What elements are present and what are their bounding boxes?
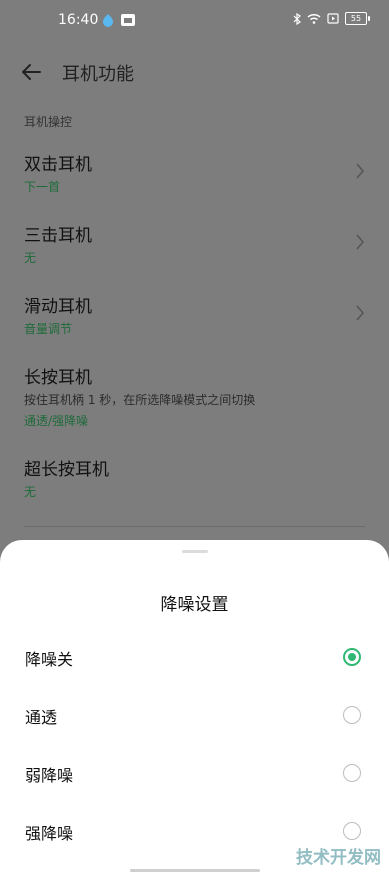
noise-control-sheet: 降噪设置 降噪关 通透 弱降噪 强降噪 技术开发网 <box>0 540 389 876</box>
sheet-drag-handle[interactable] <box>182 550 208 553</box>
settings-row-extra-long-press[interactable]: 超长按耳机 无 <box>0 455 389 505</box>
status-time: 16:40 <box>58 12 99 28</box>
settings-row-long-press[interactable]: 长按耳机 按住耳机柄 1 秒，在所选降噪模式之间切换 通透/强降噪 <box>0 363 389 433</box>
settings-row-triple-tap[interactable]: 三击耳机 无 <box>0 221 389 271</box>
wifi-icon <box>307 13 321 24</box>
row-description: 按住耳机柄 1 秒，在所选降噪模式之间切换 <box>24 393 256 407</box>
row-value: 通透/强降噪 <box>24 414 89 428</box>
notification-app-icon <box>121 14 135 26</box>
option-label: 通透 <box>25 708 58 727</box>
settings-row-swipe[interactable]: 滑动耳机 音量调节 <box>0 292 389 342</box>
home-indicator[interactable] <box>130 869 260 872</box>
row-value: 无 <box>24 251 37 265</box>
sheet-title: 降噪设置 <box>160 595 229 615</box>
row-title: 三击耳机 <box>24 226 92 246</box>
option-label: 弱降噪 <box>25 766 74 785</box>
option-label: 强降噪 <box>25 824 74 843</box>
radio-unselected[interactable] <box>343 706 361 724</box>
page-title: 耳机功能 <box>62 64 134 85</box>
option-anc-off[interactable]: 降噪关 <box>0 630 389 688</box>
assistant-icon <box>103 14 113 27</box>
cast-icon <box>327 13 339 24</box>
option-transparency[interactable]: 通透 <box>0 688 389 746</box>
row-value: 无 <box>24 485 37 499</box>
row-title: 双击耳机 <box>24 155 92 175</box>
divider <box>24 526 365 527</box>
chevron-right-icon <box>356 234 364 250</box>
settings-row-double-tap[interactable]: 双击耳机 下一首 <box>0 150 389 200</box>
option-label: 降噪关 <box>25 650 74 669</box>
row-title: 超长按耳机 <box>24 460 109 480</box>
row-title: 滑动耳机 <box>24 297 92 317</box>
radio-unselected[interactable] <box>343 822 361 840</box>
top-bar: 耳机功能 <box>0 52 389 92</box>
battery-icon: 55 <box>345 12 370 25</box>
section-header: 耳机操控 <box>24 115 73 129</box>
radio-unselected[interactable] <box>343 764 361 782</box>
bluetooth-icon <box>293 12 301 25</box>
option-weak-anc[interactable]: 弱降噪 <box>0 746 389 804</box>
chevron-right-icon <box>356 305 364 321</box>
status-bar: 16:40 55 <box>0 0 389 40</box>
chevron-right-icon <box>356 163 364 179</box>
watermark: 技术开发网 <box>296 848 381 868</box>
settings-page: 16:40 55 耳机功能 耳机操控 双击耳机 下一首 三击耳机 无 滑动耳机 … <box>0 0 389 876</box>
row-value: 音量调节 <box>24 322 73 336</box>
row-title: 长按耳机 <box>24 368 92 388</box>
back-arrow-icon[interactable] <box>18 60 44 84</box>
status-right-icons: 55 <box>293 12 370 25</box>
radio-selected[interactable] <box>343 648 361 666</box>
row-value: 下一首 <box>24 180 61 194</box>
